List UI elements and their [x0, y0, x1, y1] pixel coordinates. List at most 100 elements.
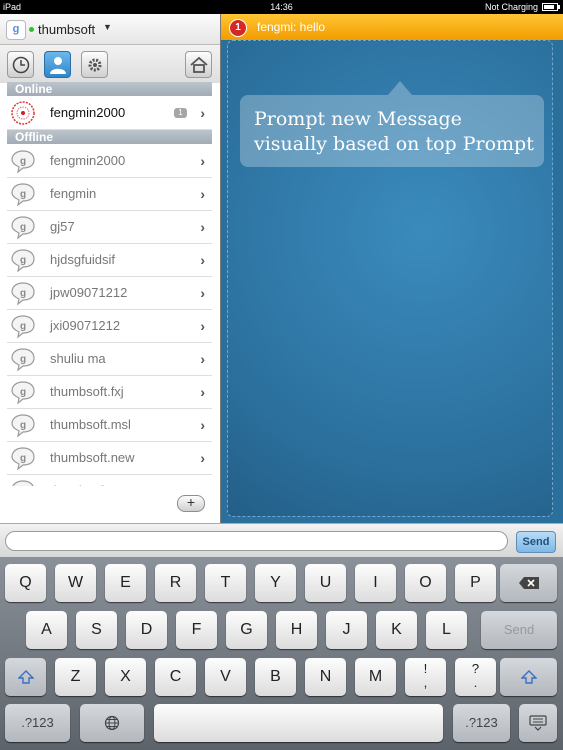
key-n[interactable]: N: [305, 658, 346, 696]
chevron-right-icon: ›: [200, 384, 205, 400]
key-b[interactable]: B: [255, 658, 296, 696]
contact-name: hjdsgfuidsif: [50, 252, 116, 267]
shift-key-right[interactable]: [500, 658, 557, 696]
unread-badge: 1: [174, 108, 187, 118]
svg-text:g: g: [20, 420, 26, 431]
chat-area: Prompt new Message visually based on top…: [221, 40, 563, 523]
history-icon: [12, 56, 29, 73]
key-y[interactable]: Y: [255, 564, 296, 602]
contact-row[interactable]: g shuliu ma ›: [7, 343, 212, 376]
svg-text:g: g: [20, 222, 26, 233]
contact-name: thumbsoft.test1: [50, 475, 139, 486]
add-contact-button[interactable]: +: [177, 495, 205, 512]
history-button[interactable]: [7, 51, 34, 78]
contact-row[interactable]: g fengmin ›: [7, 178, 212, 211]
contact-row[interactable]: g thumbsoft.fxj ›: [7, 376, 212, 409]
key-bottom-label: ,: [423, 675, 428, 690]
key-t[interactable]: T: [205, 564, 246, 602]
key-i[interactable]: I: [355, 564, 396, 602]
send-button[interactable]: Send: [516, 531, 556, 553]
contact-name: fengmin: [50, 186, 97, 201]
key-z[interactable]: Z: [55, 658, 96, 696]
key-j[interactable]: J: [326, 611, 367, 649]
home-button[interactable]: [185, 51, 212, 78]
key-g[interactable]: G: [226, 611, 267, 649]
key-o[interactable]: O: [405, 564, 446, 602]
key-e[interactable]: E: [105, 564, 146, 602]
account-name: thumbsoft: [38, 22, 96, 37]
contact-name: shuliu ma: [50, 351, 106, 366]
notification-badge: 1: [229, 19, 247, 37]
avatar: g: [11, 249, 35, 273]
globe-key[interactable]: [80, 704, 144, 742]
key-d[interactable]: D: [126, 611, 167, 649]
svg-text:g: g: [20, 189, 26, 200]
avatar: g: [11, 282, 35, 306]
avatar: g: [11, 216, 35, 240]
key-top-label: ?: [471, 661, 480, 676]
avatar: [11, 101, 35, 125]
account-header[interactable]: g thumbsoft ▼: [0, 14, 220, 45]
space-key[interactable]: [154, 704, 443, 742]
hide-keyboard-key[interactable]: [519, 704, 557, 742]
shift-icon: [519, 670, 538, 684]
svg-text:g: g: [20, 255, 26, 266]
key-q[interactable]: Q: [5, 564, 46, 602]
contacts-button[interactable]: [44, 51, 71, 78]
settings-button[interactable]: [81, 51, 108, 78]
contact-row[interactable]: g jxi09071212 ›: [7, 310, 212, 343]
chevron-right-icon: ›: [200, 450, 205, 466]
on-screen-keyboard: Send .?123 .?123 QWERTYUIOP ASDFGHJKL ZXCV…: [0, 557, 563, 750]
key-p[interactable]: P: [455, 564, 496, 602]
home-icon: [189, 56, 208, 73]
battery-text: Not Charging: [484, 2, 538, 12]
contact-name: thumbsoft.new: [50, 450, 135, 465]
key-w[interactable]: W: [55, 564, 96, 602]
numbers-key-right[interactable]: .?123: [453, 704, 510, 742]
contact-row[interactable]: g fengmin2000 ›: [7, 145, 212, 178]
key-h[interactable]: H: [276, 611, 317, 649]
key-m[interactable]: M: [355, 658, 396, 696]
avatar: g: [11, 315, 35, 339]
chevron-down-icon[interactable]: ▼: [103, 22, 112, 32]
contact-row[interactable]: g gj57 ›: [7, 211, 212, 244]
key-c[interactable]: C: [155, 658, 196, 696]
chevron-right-icon: ›: [200, 318, 205, 334]
key-x[interactable]: X: [105, 658, 146, 696]
contact-row[interactable]: g thumbsoft.new ›: [7, 442, 212, 475]
clock: 14:36: [270, 2, 293, 12]
chevron-right-icon: ›: [200, 351, 205, 367]
contact-row[interactable]: g jpw09071212 ›: [7, 277, 212, 310]
key-r[interactable]: R: [155, 564, 196, 602]
contact-row[interactable]: g thumbsoft.msl ›: [7, 409, 212, 442]
online-section-header: Online: [7, 82, 212, 96]
contact-row[interactable]: g thumbsoft.test1 ›: [7, 475, 212, 486]
svg-text:g: g: [20, 288, 26, 299]
key-a[interactable]: A: [26, 611, 67, 649]
online-status-icon: [29, 27, 34, 32]
backspace-key[interactable]: [500, 564, 557, 602]
key-s[interactable]: S: [76, 611, 117, 649]
contact-row[interactable]: fengmin2000 1 ›: [7, 97, 212, 130]
key-l[interactable]: L: [426, 611, 467, 649]
backspace-icon: [518, 577, 539, 589]
key-k[interactable]: K: [376, 611, 417, 649]
send-key[interactable]: Send: [481, 611, 557, 649]
avatar: g: [11, 183, 35, 207]
shift-key-left[interactable]: [5, 658, 46, 696]
chevron-right-icon: ›: [200, 417, 205, 433]
key-exclaim-comma[interactable]: !,: [405, 658, 446, 696]
avatar: g: [11, 348, 35, 372]
hint-text: Prompt new Message visually based on top…: [254, 108, 534, 155]
message-input[interactable]: [5, 531, 508, 551]
message-notification[interactable]: 1 fengmi: hello: [221, 14, 563, 40]
contact-row[interactable]: g hjdsgfuidsif ›: [7, 244, 212, 277]
key-u[interactable]: U: [305, 564, 346, 602]
key-v[interactable]: V: [205, 658, 246, 696]
hint-callout: Prompt new Message visually based on top…: [240, 81, 544, 167]
key-f[interactable]: F: [176, 611, 217, 649]
key-question-period[interactable]: ?.: [455, 658, 496, 696]
app-logo-icon: g: [6, 20, 26, 40]
key-bottom-label: .: [473, 675, 478, 690]
numbers-key-left[interactable]: .?123: [5, 704, 70, 742]
